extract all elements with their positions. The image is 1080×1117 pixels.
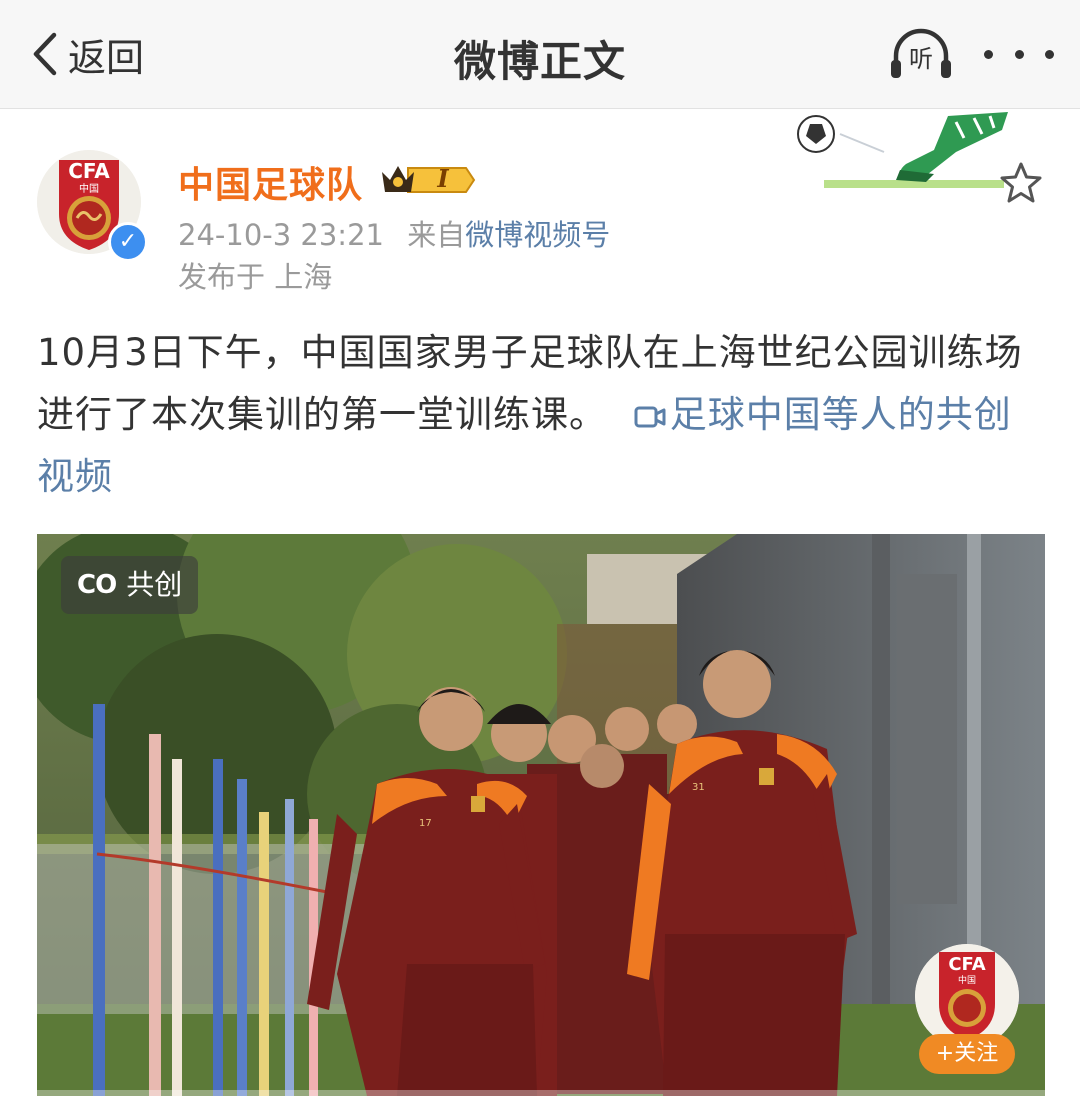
verified-badge-icon: ✓ [108,222,148,262]
post-source-prefix: 来自 [407,218,466,252]
top-nav-bar: 返回 微博正文 听 [0,0,1080,109]
post-source-link[interactable]: 微博视频号 [465,218,610,252]
channel-avatar[interactable]: CFA 中国 [915,944,1019,1048]
svg-text:17: 17 [419,818,432,829]
svg-text:CFA: CFA [68,159,110,183]
vip-crown-badge-icon [382,166,476,193]
video-link-icon [634,406,666,428]
listen-label: 听 [909,45,933,73]
more-dot-icon [1014,49,1024,59]
video-player[interactable]: 17 31 CO 共创 CFA 中国 +关注 [37,534,1045,1096]
post-time: 24-10-3 23:21 [178,218,384,252]
svg-text:中国: 中国 [958,974,976,986]
follow-button[interactable]: +关注 [919,1034,1015,1074]
co-creation-badge: CO 共创 [61,556,199,614]
svg-text:31: 31 [692,782,705,793]
svg-text:中国: 中国 [79,182,99,195]
post-meta: 24-10-3 23:21 来自微博视频号 [178,212,610,254]
football-kick-decoration [797,112,1008,188]
cfa-logo: CFA 中国 [915,944,1019,1048]
more-options-button[interactable] [984,36,1054,72]
co-mark: CO [77,570,117,600]
listen-button[interactable]: 听 [888,26,954,82]
author-name[interactable]: 中国足球队 [178,156,363,208]
co-label: 共创 [126,568,183,601]
post-content: 10月3日下午，中国国家男子足球队在上海世纪公园训练场进行了本次集训的第一堂训练… [37,322,1047,508]
svg-text:CFA: CFA [948,954,985,975]
vip-level: I [437,164,449,193]
post-location: 发布于 上海 [178,260,333,294]
video-progress-bar[interactable] [37,1090,1045,1096]
more-dot-icon [1045,49,1054,59]
more-dot-icon [984,49,993,59]
training-scene-image: 17 31 [37,534,1045,1096]
favorite-star-icon[interactable] [998,160,1044,206]
